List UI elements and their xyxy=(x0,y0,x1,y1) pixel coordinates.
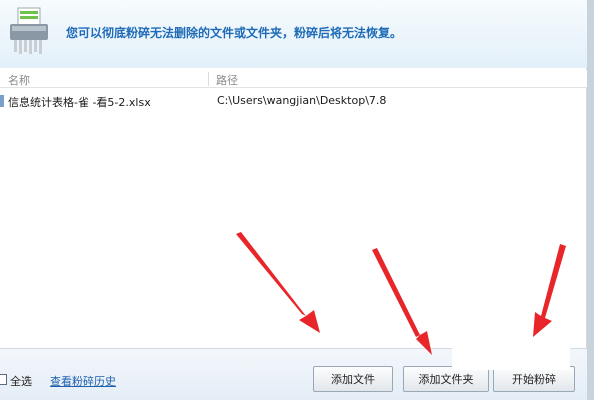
column-header-row: 名称 路径 xyxy=(0,70,587,88)
shredder-icon xyxy=(10,7,48,54)
header-bar: 您可以彻底粉碎无法删除的文件或文件夹，粉碎后将无法恢复。 xyxy=(0,0,600,68)
file-name-cell: 信息统计表格-雀 -看5-2.xlsx xyxy=(8,96,151,109)
table-row[interactable]: 信息统计表格-雀 -看5-2.xlsx C:\Users\wangjian\De… xyxy=(0,92,587,110)
select-all-label[interactable]: 全选 xyxy=(10,373,32,389)
add-file-button[interactable]: 添加文件 xyxy=(313,366,393,392)
column-path-header[interactable]: 路径 xyxy=(216,72,238,88)
window-edge xyxy=(587,0,600,400)
file-icon xyxy=(0,95,4,107)
white-overlay xyxy=(452,330,570,370)
select-all-checkbox[interactable] xyxy=(0,374,7,385)
header-description: 您可以彻底粉碎无法删除的文件或文件夹，粉碎后将无法恢复。 xyxy=(66,26,403,40)
file-list[interactable]: 名称 路径 信息统计表格-雀 -看5-2.xlsx C:\Users\wangj… xyxy=(0,68,587,348)
file-path-cell: C:\Users\wangjian\Desktop\7.8 xyxy=(217,94,387,107)
column-separator[interactable] xyxy=(208,72,209,86)
shred-history-link[interactable]: 查看粉碎历史 xyxy=(50,373,116,389)
column-name-header[interactable]: 名称 xyxy=(8,72,30,88)
